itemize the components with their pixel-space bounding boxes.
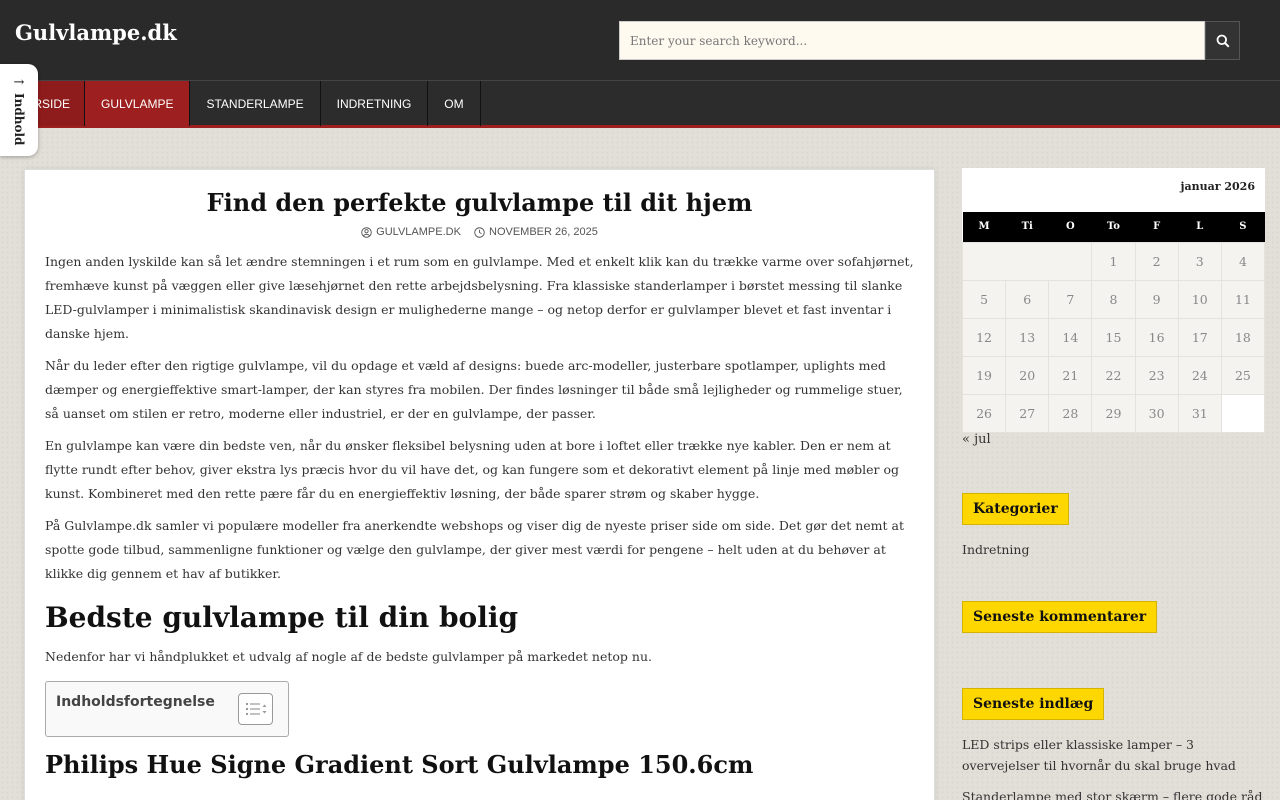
calendar-day: 22 [1091, 355, 1136, 395]
calendar-day: 25 [1220, 355, 1266, 395]
calendar-day: 3 [1177, 241, 1222, 281]
section-heading: Bedste gulvlampe til din bolig [45, 600, 519, 634]
site-title[interactable]: Gulvlampe.dk [15, 20, 177, 45]
weekday-header: F [1135, 212, 1179, 242]
arrow-right-icon: → [13, 75, 25, 90]
article-title: Find den perfekte gulvlampe til dit hjem [206, 188, 753, 217]
side-tab-label: Indhold [12, 93, 26, 146]
calendar-day: 26 [961, 393, 1007, 433]
calendar-day: 7 [1048, 279, 1093, 319]
article-meta: GULVLAMPE.DK NOVEMBER 26, 2025 [45, 226, 914, 241]
calendar-day: 14 [1048, 317, 1093, 357]
calendar-pad [1220, 393, 1266, 433]
section-intro: Nedenfor har vi håndplukket et udvalg af… [45, 648, 652, 664]
date-link[interactable]: NOVEMBER 26, 2025 [489, 226, 598, 238]
article-paragraph: Ingen anden lyskilde kan så let ændre st… [45, 253, 914, 341]
date-meta: NOVEMBER 26, 2025 [474, 226, 598, 238]
calendar-prev-link[interactable]: « jul [962, 432, 991, 447]
calendar-day: 5 [961, 279, 1007, 319]
calendar-day: 6 [1005, 279, 1050, 319]
calendar-day: 18 [1220, 317, 1266, 357]
calendar-day: 16 [1134, 317, 1179, 357]
article-paragraph: En gulvlampe kan være din bedste ven, nå… [45, 437, 899, 501]
site-header: Gulvlampe.dk [0, 0, 1280, 80]
toc-toggle-button[interactable] [238, 692, 273, 725]
category-link[interactable]: Indretning [962, 539, 1262, 560]
calendar-day: 2 [1134, 241, 1179, 281]
calendar-day: 30 [1134, 393, 1179, 433]
search-form [619, 21, 1240, 60]
calendar-day: 27 [1005, 393, 1050, 433]
calendar-day: 20 [1005, 355, 1050, 395]
calendar-day: 28 [1048, 393, 1093, 433]
posts-widget-title: Seneste indlæg [962, 688, 1105, 720]
list-toggle-icon [245, 702, 266, 715]
calendar-day: 9 [1134, 279, 1179, 319]
article-paragraph: På Gulvlampe.dk samler vi populære model… [45, 517, 904, 581]
author-meta: GULVLAMPE.DK [361, 226, 461, 238]
weekday-header: L [1178, 212, 1222, 242]
main-nav: ORSIDE GULVLAMPE STANDERLAMPE INDRETNING… [0, 80, 1280, 128]
calendar-day: 11 [1220, 279, 1266, 319]
nav-item-indretning[interactable]: INDRETNING [321, 81, 429, 126]
clock-icon [474, 226, 485, 238]
author-link[interactable]: GULVLAMPE.DK [376, 226, 461, 238]
calendar-day: 24 [1177, 355, 1222, 395]
calendar-day: 13 [1005, 317, 1050, 357]
search-input[interactable] [619, 21, 1205, 60]
calendar-widget: januar 2026 M Ti O To F L S 1 2 3 4 5 6 … [961, 168, 1266, 433]
calendar-caption: januar 2026 [1180, 180, 1255, 193]
weekday-header: S [1221, 212, 1265, 242]
calendar-day: 1 [1091, 241, 1136, 281]
search-icon [1216, 34, 1230, 48]
calendar-day: 12 [961, 317, 1007, 357]
calendar-pad [961, 241, 1093, 281]
calendar-day: 31 [1177, 393, 1222, 433]
calendar-day: 8 [1091, 279, 1136, 319]
user-icon [361, 226, 372, 238]
categories-widget-title: Kategorier [962, 493, 1069, 525]
calendar-day: 15 [1091, 317, 1136, 357]
nav-item-om[interactable]: OM [428, 81, 481, 126]
weekday-header: O [1048, 212, 1092, 242]
weekday-header: M [962, 212, 1006, 242]
calendar-day: 4 [1220, 241, 1266, 281]
calendar-day: 29 [1091, 393, 1136, 433]
table-of-contents: Indholdsfortegnelse [45, 680, 289, 737]
calendar-day: 10 [1177, 279, 1222, 319]
article-container: Find den perfekte gulvlampe til dit hjem… [24, 169, 935, 800]
calendar-day: 21 [1048, 355, 1093, 395]
calendar-day: 17 [1177, 317, 1222, 357]
recent-post-link[interactable]: Standerlampe med stor skærm – flere gode… [962, 786, 1262, 800]
calendar-table: M Ti O To F L S 1 2 3 4 5 6 7 8 9 10 11 … [961, 212, 1266, 433]
calendar-day: 23 [1134, 355, 1179, 395]
calendar-day: 19 [961, 355, 1007, 395]
nav-item-gulvlampe[interactable]: GULVLAMPE [85, 81, 191, 126]
toc-side-tab[interactable]: → Indhold [0, 64, 38, 156]
weekday-header: To [1091, 212, 1136, 242]
search-button[interactable] [1205, 21, 1240, 60]
product-heading: Philips Hue Signe Gradient Sort Gulvlamp… [45, 749, 754, 779]
article-paragraph: Når du leder efter den rigtige gulvlampe… [45, 357, 903, 421]
nav-item-standerlampe[interactable]: STANDERLAMPE [190, 81, 321, 126]
weekday-header: Ti [1005, 212, 1049, 242]
comments-widget-title: Seneste kommentarer [962, 601, 1158, 633]
recent-post-link[interactable]: LED strips eller klassiske lamper – 3 ov… [962, 734, 1262, 776]
